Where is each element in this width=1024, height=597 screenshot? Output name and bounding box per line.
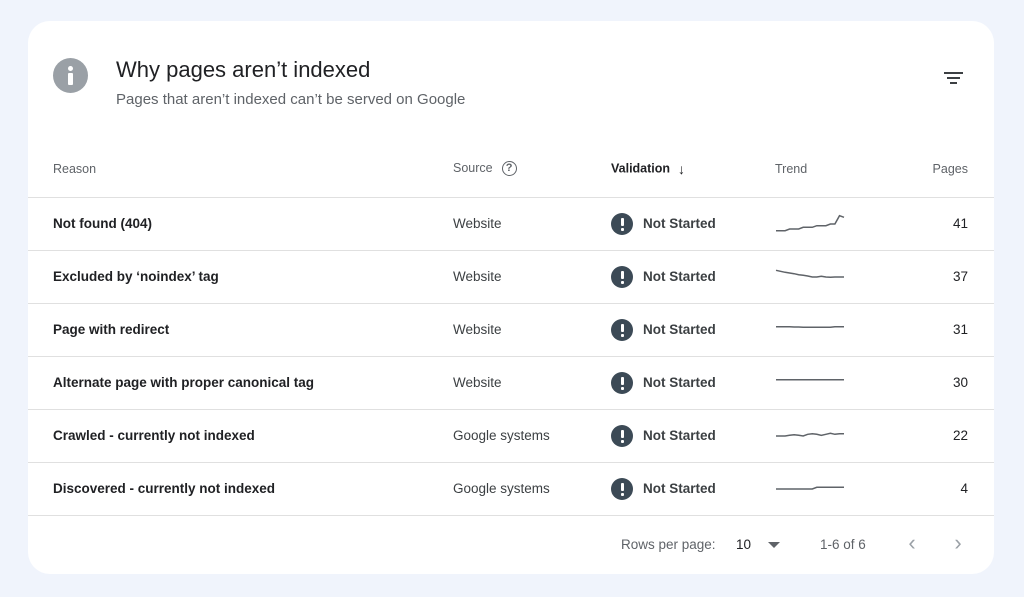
reason-cell: Crawled - currently not indexed <box>28 408 453 462</box>
validation-cell: Not Started <box>611 302 775 356</box>
reason-cell: Excluded by ‘noindex’ tag <box>28 249 453 303</box>
validation-cell: Not Started <box>611 355 775 409</box>
pages-cell: 30 <box>905 355 994 409</box>
pages-cell: 4 <box>905 461 994 516</box>
trend-sparkline <box>775 269 844 278</box>
column-header-pages[interactable]: Pages <box>905 141 994 197</box>
trend-sparkline <box>776 214 845 231</box>
trend-cell <box>775 249 905 303</box>
table-row[interactable]: Alternate page with proper canonical tag… <box>28 355 994 409</box>
table-row[interactable]: Not found (404) Website Not Started 41 <box>28 196 994 250</box>
filter-icon[interactable] <box>938 65 972 91</box>
source-cell: Website <box>453 302 611 356</box>
exclamation-icon <box>611 318 633 341</box>
pages-cell: 37 <box>905 249 994 303</box>
reasons-table: Reason Source? Validation ↓ Trend Pages N… <box>28 141 994 516</box>
column-header-trend[interactable]: Trend <box>775 141 905 197</box>
info-icon <box>53 58 88 93</box>
exclamation-icon <box>611 265 633 288</box>
trend-cell <box>775 461 905 516</box>
reason-cell: Page with redirect <box>28 302 453 356</box>
pagination-range: 1-6 of 6 <box>820 537 866 552</box>
pages-cell: 31 <box>905 302 994 356</box>
exclamation-icon <box>611 477 633 500</box>
source-cell: Google systems <box>453 408 611 462</box>
table-row[interactable]: Discovered - currently not indexed Google… <box>28 461 994 516</box>
validation-status: Not Started <box>643 481 716 496</box>
next-page-icon[interactable]: › <box>944 531 972 559</box>
trend-cell <box>775 355 905 409</box>
table-row[interactable]: Excluded by ‘noindex’ tag Website Not Star… <box>28 249 994 303</box>
page-subtitle: Pages that aren’t indexed can’t be serve… <box>116 91 466 108</box>
help-icon[interactable]: ? <box>501 161 517 177</box>
source-cell: Website <box>453 355 611 409</box>
table-header-row: Reason Source? Validation ↓ Trend Pages <box>28 141 994 197</box>
validation-status: Not Started <box>643 269 716 284</box>
trend-sparkline <box>776 325 844 328</box>
trend-cell <box>775 302 905 356</box>
trend-line <box>776 214 845 231</box>
reason-cell: Discovered - currently not indexed <box>28 461 453 516</box>
pages-cell: 41 <box>905 196 994 250</box>
reason-cell: Alternate page with proper canonical tag <box>28 355 453 409</box>
indexing-card: Why pages aren’t indexed Pages that aren… <box>28 21 994 574</box>
trend-line <box>776 432 844 437</box>
table-row[interactable]: Crawled - currently not indexed Google sy… <box>28 408 994 462</box>
trend-line <box>776 325 844 328</box>
validation-cell: Not Started <box>611 249 775 303</box>
previous-page-icon[interactable]: ‹ <box>898 531 926 559</box>
source-cell: Website <box>453 196 611 250</box>
rows-per-page-label: Rows per page: <box>621 537 716 552</box>
rows-per-page-select[interactable]: 10 <box>736 531 786 559</box>
pagination-footer: Rows per page: 10 1-6 of 6 ‹ › <box>28 521 994 567</box>
sort-down-icon: ↓ <box>678 160 686 177</box>
trend-cell <box>775 408 905 462</box>
validation-status: Not Started <box>643 428 716 443</box>
exclamation-icon <box>611 424 633 447</box>
validation-cell: Not Started <box>611 196 775 250</box>
source-cell: Website <box>453 249 611 303</box>
pages-cell: 22 <box>905 408 994 462</box>
trend-sparkline <box>776 378 844 380</box>
exclamation-icon <box>611 212 633 235</box>
trend-line <box>775 269 844 278</box>
source-cell: Google systems <box>453 461 611 516</box>
table-row[interactable]: Page with redirect Website Not Started 31 <box>28 302 994 356</box>
dropdown-caret-icon <box>768 542 780 548</box>
reason-cell: Not found (404) <box>28 196 453 250</box>
column-header-validation[interactable]: Validation ↓ <box>611 141 775 197</box>
rows-per-page-value: 10 <box>736 537 752 552</box>
trend-sparkline <box>776 486 844 490</box>
validation-cell: Not Started <box>611 408 775 462</box>
page-title: Why pages aren’t indexed <box>116 57 371 82</box>
exclamation-icon <box>611 371 633 394</box>
validation-status: Not Started <box>643 322 716 337</box>
validation-status: Not Started <box>643 216 716 231</box>
validation-status: Not Started <box>643 375 716 390</box>
column-header-source[interactable]: Source? <box>453 141 611 197</box>
trend-line <box>776 486 844 490</box>
card-header: Why pages aren’t indexed Pages that aren… <box>28 21 994 141</box>
column-header-reason[interactable]: Reason <box>28 141 453 197</box>
validation-cell: Not Started <box>611 461 775 516</box>
trend-cell <box>775 196 905 250</box>
trend-sparkline <box>776 432 844 437</box>
